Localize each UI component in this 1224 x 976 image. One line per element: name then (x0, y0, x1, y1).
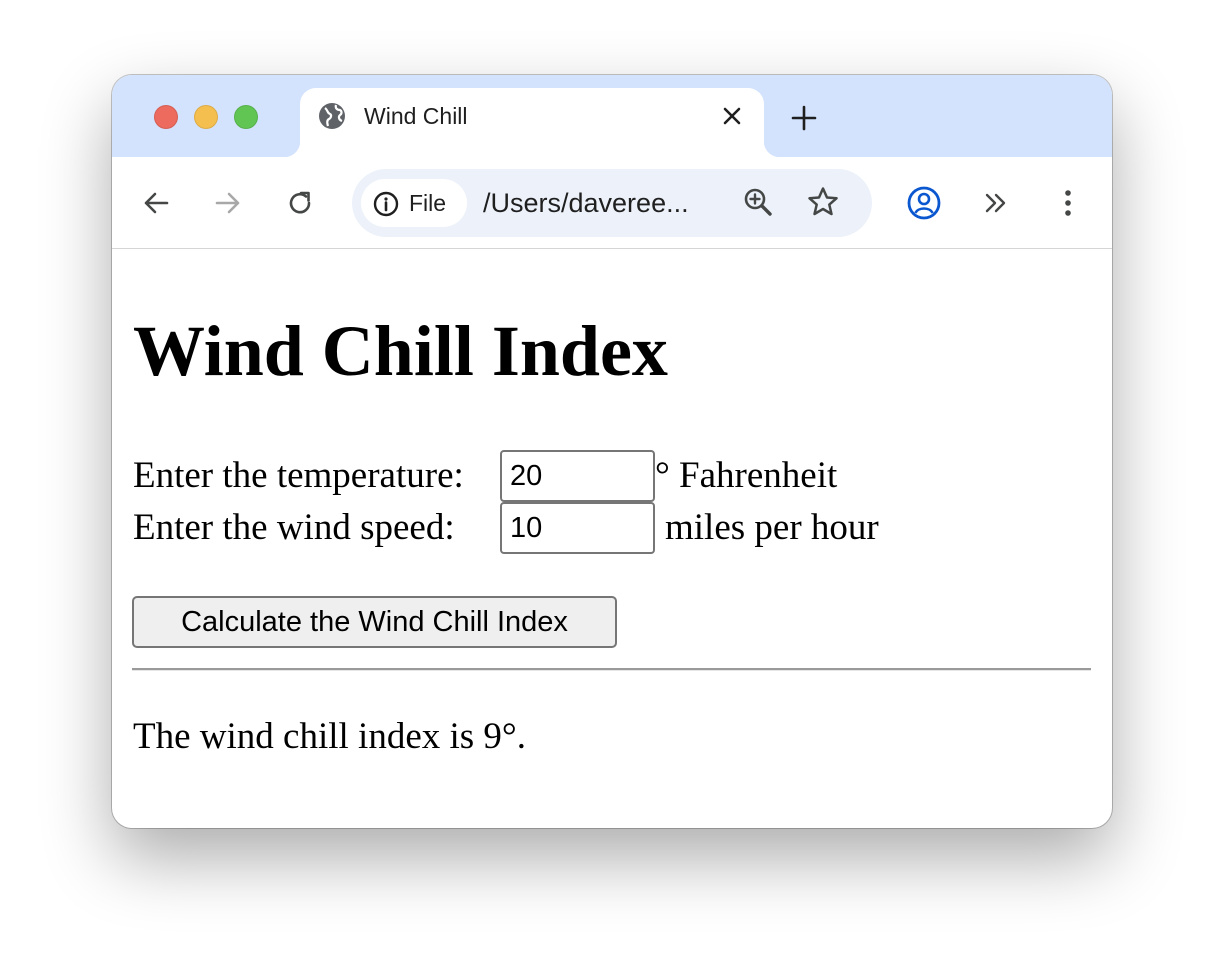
calculate-button[interactable]: Calculate the Wind Chill Index (132, 596, 617, 648)
arrow-left-icon[interactable] (140, 187, 172, 219)
temperature-label: Enter the temperature: (133, 455, 464, 496)
zoom-window-button[interactable] (234, 105, 258, 129)
page-content: Wind Chill Index Enter the temperature: … (112, 249, 1112, 828)
site-info-label: File (409, 190, 447, 216)
star-icon[interactable] (806, 185, 840, 219)
tab-strip: Wind Chill (112, 75, 1112, 157)
profile-icon[interactable] (906, 185, 942, 221)
tab-wind-chill[interactable]: Wind Chill (284, 88, 780, 157)
plus-icon[interactable] (790, 104, 818, 132)
result-text: The wind chill index is 9°. (133, 716, 526, 757)
wind-speed-label: Enter the wind speed: (133, 507, 455, 548)
browser-window: Wind Chill File /Users/daveree... Wind C… (112, 75, 1112, 828)
info-icon (373, 191, 399, 217)
chevrons-right-icon[interactable] (980, 187, 1012, 219)
tab-title: Wind Chill (364, 103, 468, 129)
wind-speed-input[interactable]: 10 (500, 502, 655, 554)
arrow-right-icon[interactable] (212, 187, 244, 219)
zoom-in-icon[interactable] (741, 185, 775, 219)
close-window-button[interactable] (154, 105, 178, 129)
temperature-unit: ° Fahrenheit (655, 455, 838, 496)
url-text[interactable]: /Users/daveree... (483, 187, 689, 219)
horizontal-rule (132, 668, 1091, 671)
toolbar: File /Users/daveree... (112, 157, 1112, 249)
temperature-input[interactable]: 20 (500, 450, 655, 502)
page-title: Wind Chill Index (133, 311, 668, 391)
wind-speed-unit: miles per hour (665, 507, 879, 548)
address-bar[interactable]: File /Users/daveree... (352, 169, 872, 237)
minimize-window-button[interactable] (194, 105, 218, 129)
site-info-chip[interactable]: File (361, 179, 467, 227)
kebab-menu-icon[interactable] (1052, 187, 1084, 219)
reload-icon[interactable] (284, 187, 316, 219)
close-icon[interactable] (720, 104, 744, 128)
globe-icon (319, 103, 345, 129)
